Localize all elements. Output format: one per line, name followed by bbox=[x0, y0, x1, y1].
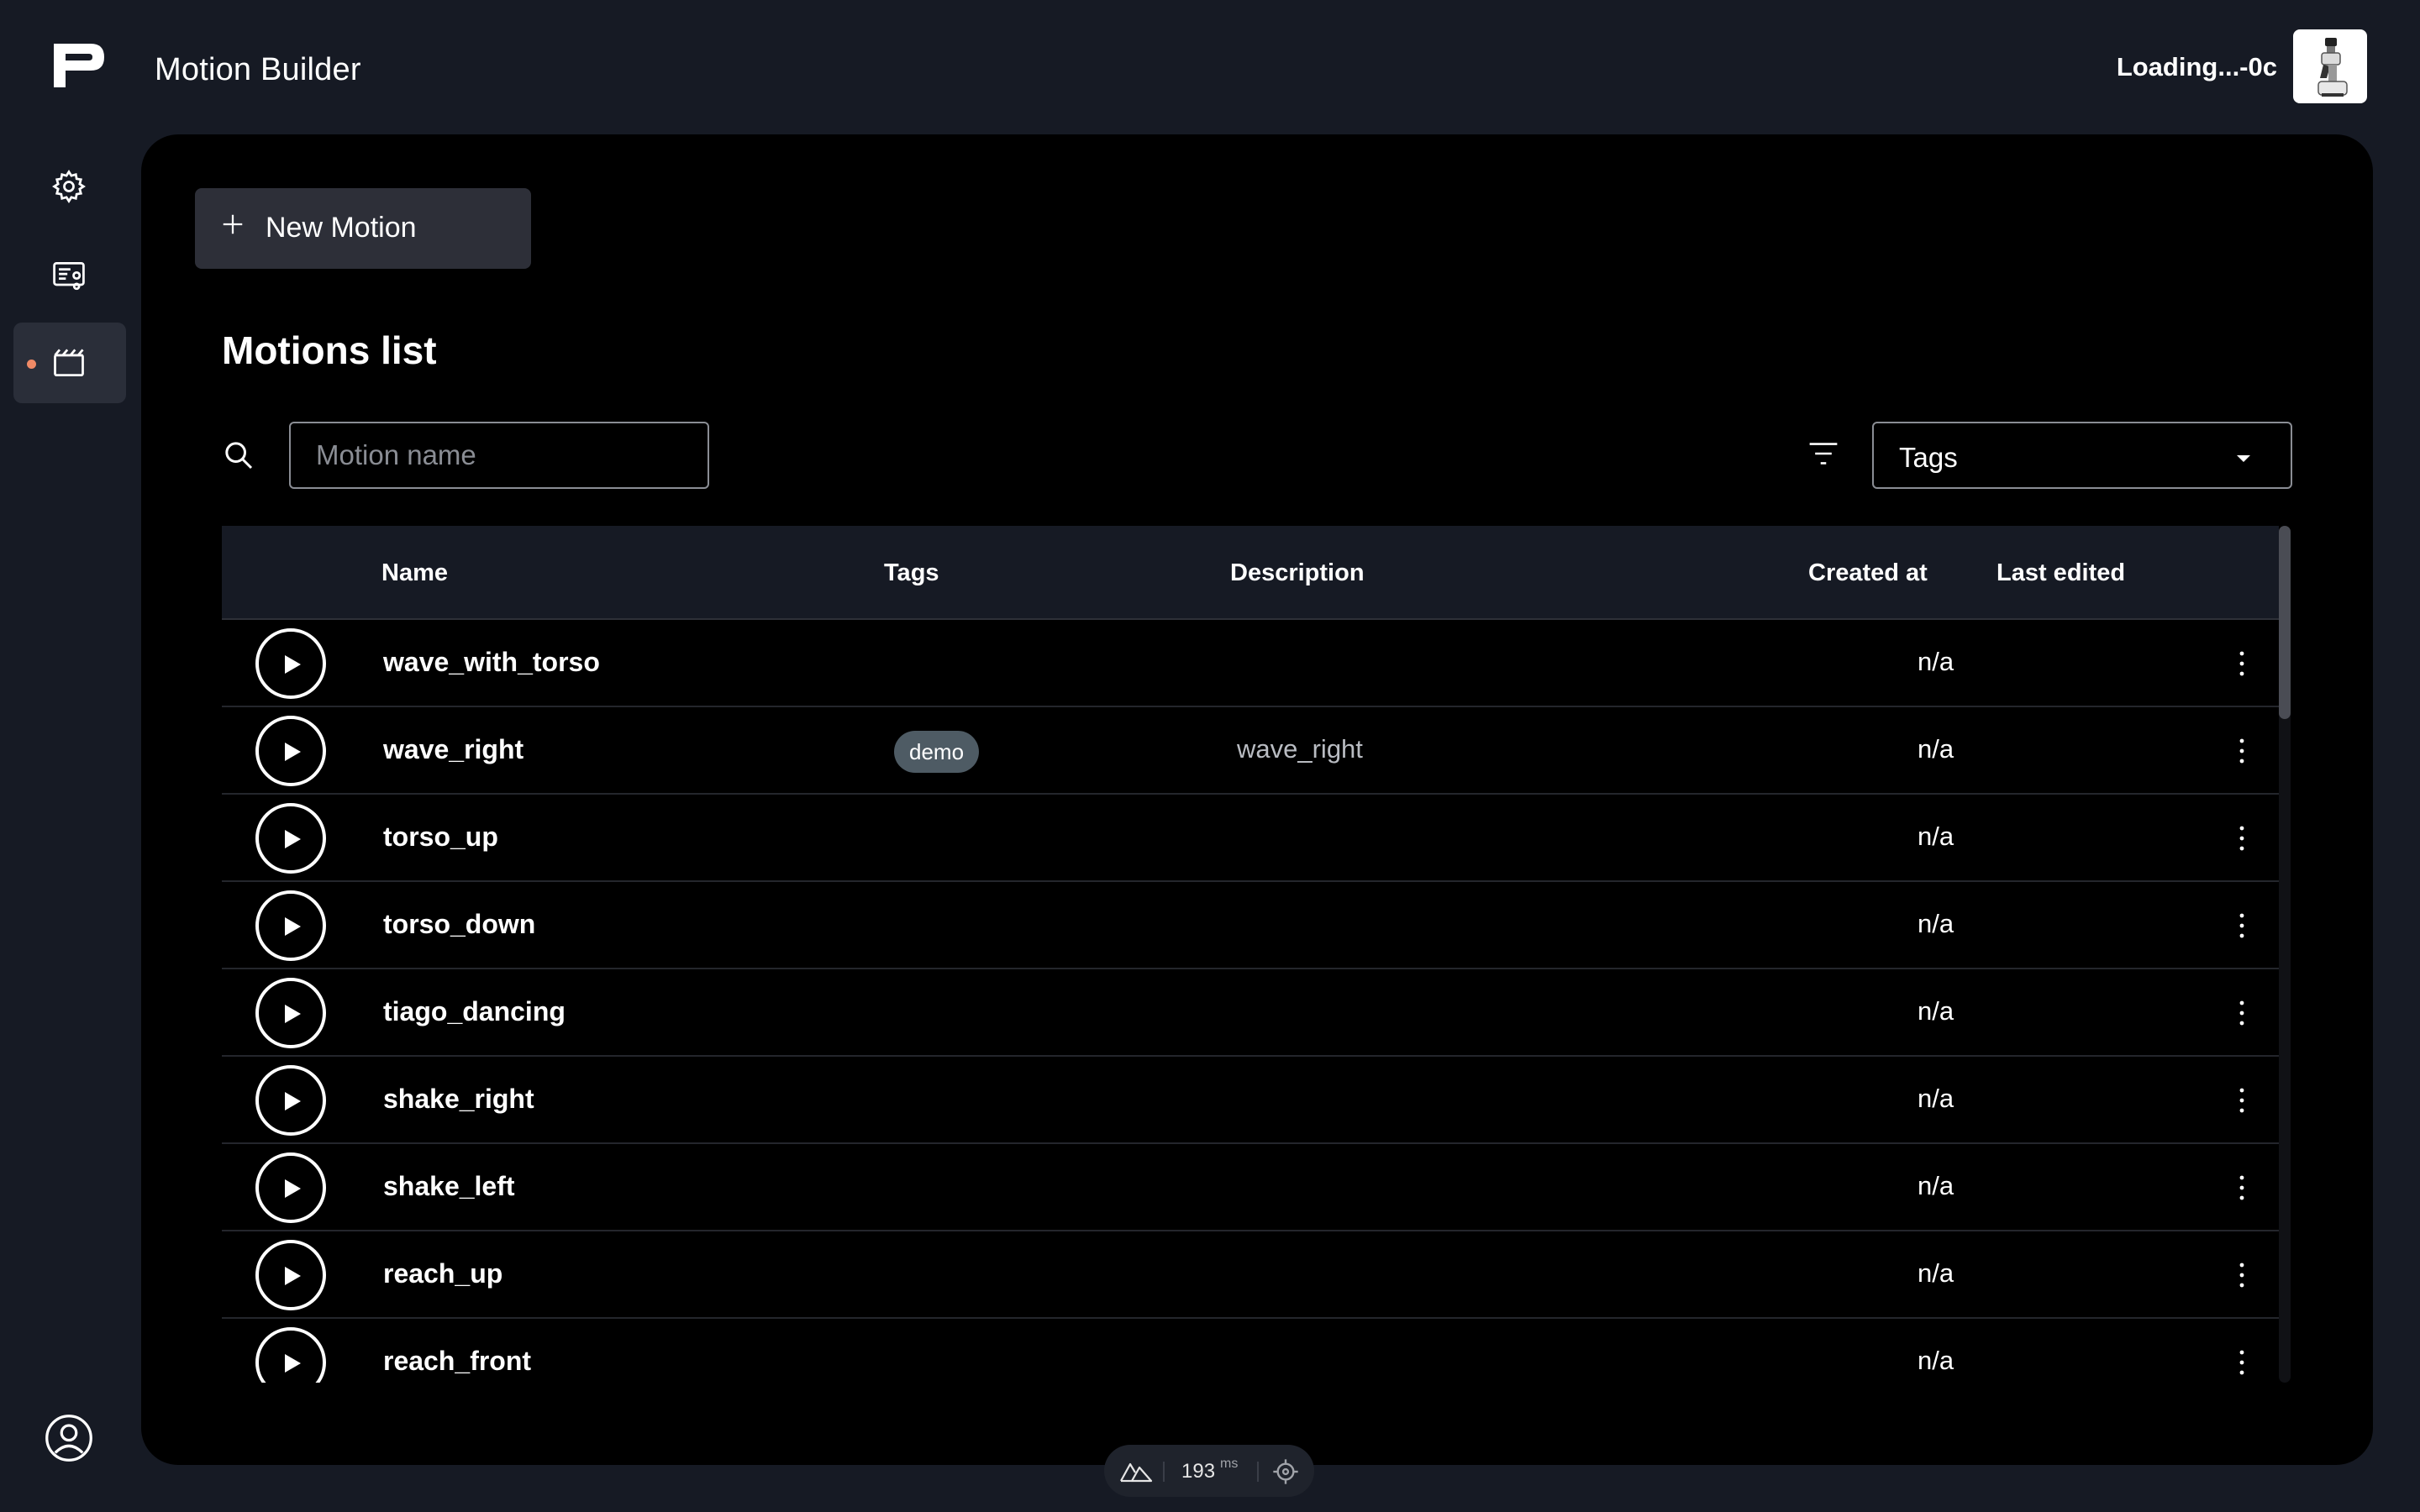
created-at-value: n/a bbox=[1918, 1258, 1954, 1288]
play-icon bbox=[285, 1179, 301, 1198]
table-row[interactable]: tiago_dancing n/a bbox=[222, 969, 2279, 1057]
render-time-value: 193 bbox=[1181, 1460, 1216, 1483]
more-options-icon[interactable] bbox=[2237, 1260, 2247, 1290]
caret-down-icon bbox=[2237, 455, 2250, 462]
created-at-value: n/a bbox=[1918, 996, 1954, 1026]
clapperboard-icon bbox=[54, 349, 84, 377]
table-body: wave_with_torso n/a wave_right demo wave_rig… bbox=[222, 620, 2279, 1383]
play-button[interactable] bbox=[255, 803, 326, 874]
play-button[interactable] bbox=[255, 890, 326, 961]
column-header-created-at[interactable]: Created at bbox=[1808, 559, 1928, 587]
play-button[interactable] bbox=[255, 716, 326, 786]
motion-name[interactable]: reach_front bbox=[383, 1346, 531, 1377]
crosshair-icon[interactable] bbox=[1272, 1458, 1299, 1485]
robot-avatar[interactable] bbox=[2293, 29, 2367, 103]
created-at-value: n/a bbox=[1918, 1346, 1954, 1375]
more-options-icon[interactable] bbox=[2237, 1173, 2247, 1203]
filter-icon[interactable] bbox=[1807, 438, 1840, 469]
column-header-description[interactable]: Description bbox=[1230, 559, 1365, 587]
sidebar-item-motions[interactable] bbox=[13, 323, 126, 403]
motion-name[interactable]: torso_down bbox=[383, 909, 535, 940]
play-icon bbox=[285, 743, 301, 761]
plus-icon bbox=[223, 214, 243, 234]
nuxt-icon[interactable] bbox=[1119, 1460, 1153, 1483]
created-at-value: n/a bbox=[1918, 1171, 1954, 1200]
table-row[interactable]: wave_right demo wave_right n/a bbox=[222, 707, 2279, 795]
tag-badge: demo bbox=[894, 731, 980, 773]
more-options-icon[interactable] bbox=[2237, 823, 2247, 853]
new-motion-button[interactable]: New Motion bbox=[195, 188, 531, 269]
created-at-value: n/a bbox=[1918, 1084, 1954, 1113]
play-icon bbox=[285, 917, 301, 936]
table-row[interactable]: wave_with_torso n/a bbox=[222, 620, 2279, 707]
settings-list-icon bbox=[53, 261, 85, 291]
motion-name[interactable]: reach_up bbox=[383, 1258, 502, 1289]
table-row[interactable]: shake_right n/a bbox=[222, 1057, 2279, 1144]
column-header-tags[interactable]: Tags bbox=[884, 559, 939, 587]
table-row[interactable]: reach_front n/a bbox=[222, 1319, 2279, 1383]
page-title: Motions list bbox=[222, 328, 437, 372]
app-root: Motion Builder Loading...-0c New Motion … bbox=[0, 0, 2420, 1512]
created-at-value: n/a bbox=[1918, 822, 1954, 851]
created-at-value: n/a bbox=[1918, 909, 1954, 938]
more-options-icon[interactable] bbox=[2237, 911, 2247, 941]
table-row[interactable]: torso_up n/a bbox=[222, 795, 2279, 882]
active-indicator-dot bbox=[27, 360, 36, 369]
more-options-icon[interactable] bbox=[2237, 1347, 2247, 1378]
new-motion-label: New Motion bbox=[266, 212, 417, 244]
play-icon bbox=[285, 1354, 301, 1373]
motion-description: wave_right bbox=[1237, 734, 1363, 764]
robot-status-text: Loading...-0c bbox=[2116, 52, 2277, 81]
play-button[interactable] bbox=[255, 1065, 326, 1136]
column-header-name[interactable]: Name bbox=[381, 559, 448, 587]
more-options-icon[interactable] bbox=[2237, 998, 2247, 1028]
motion-name[interactable]: shake_left bbox=[383, 1171, 515, 1202]
play-button[interactable] bbox=[255, 628, 326, 699]
scrollbar-thumb[interactable] bbox=[2279, 526, 2291, 719]
motion-name[interactable]: shake_right bbox=[383, 1084, 534, 1115]
play-icon bbox=[285, 1092, 301, 1110]
motion-name[interactable]: torso_up bbox=[383, 822, 498, 853]
gear-icon bbox=[52, 170, 86, 203]
motion-name[interactable]: tiago_dancing bbox=[383, 996, 566, 1027]
sidebar-item-configuration[interactable] bbox=[13, 235, 126, 316]
divider bbox=[1163, 1462, 1165, 1482]
play-icon bbox=[285, 1267, 301, 1285]
divider bbox=[1257, 1462, 1259, 1482]
table-row[interactable]: reach_up n/a bbox=[222, 1231, 2279, 1319]
play-icon bbox=[285, 1005, 301, 1023]
table-row[interactable]: torso_down n/a bbox=[222, 882, 2279, 969]
play-button[interactable] bbox=[255, 1327, 326, 1383]
motions-table: Name Tags Description Created at Last ed… bbox=[222, 526, 2279, 1383]
created-at-value: n/a bbox=[1918, 734, 1954, 764]
tags-select-value: Tags bbox=[1899, 442, 1958, 473]
play-icon bbox=[285, 655, 301, 674]
created-at-value: n/a bbox=[1918, 647, 1954, 676]
robot-icon bbox=[2317, 38, 2348, 97]
play-button[interactable] bbox=[255, 978, 326, 1048]
table-header: Name Tags Description Created at Last ed… bbox=[222, 526, 2279, 620]
more-options-icon[interactable] bbox=[2237, 736, 2247, 766]
more-options-icon[interactable] bbox=[2237, 1085, 2247, 1116]
tags-select[interactable]: Tags bbox=[1872, 422, 2292, 489]
logo-icon bbox=[54, 44, 104, 87]
search-input[interactable] bbox=[289, 422, 709, 489]
play-icon bbox=[285, 830, 301, 848]
more-options-icon[interactable] bbox=[2237, 648, 2247, 679]
sidebar-item-settings[interactable] bbox=[13, 146, 126, 227]
render-time-unit: ms bbox=[1220, 1457, 1239, 1471]
table-row[interactable]: shake_left n/a bbox=[222, 1144, 2279, 1231]
app-title: Motion Builder bbox=[155, 52, 361, 87]
user-profile-icon[interactable] bbox=[44, 1413, 94, 1463]
perf-indicator: 193 ms bbox=[1104, 1445, 1314, 1497]
play-button[interactable] bbox=[255, 1152, 326, 1223]
column-header-last-edited[interactable]: Last edited bbox=[1996, 559, 2125, 587]
search-icon bbox=[225, 442, 253, 470]
motion-name[interactable]: wave_with_torso bbox=[383, 647, 600, 678]
motion-name[interactable]: wave_right bbox=[383, 734, 523, 765]
play-button[interactable] bbox=[255, 1240, 326, 1310]
